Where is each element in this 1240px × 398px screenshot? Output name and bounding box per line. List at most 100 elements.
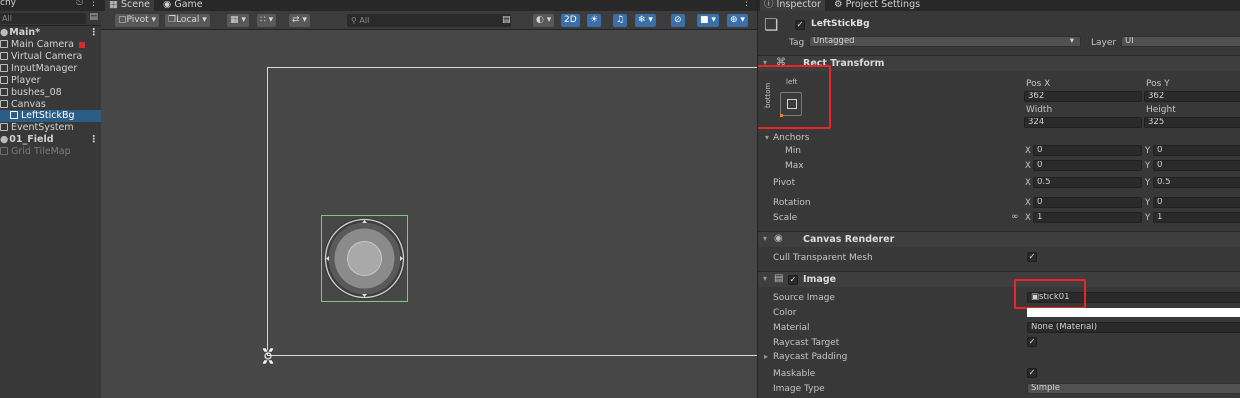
hierarchy-item-event-system[interactable]: EventSystem xyxy=(0,122,101,134)
effects-dropdown[interactable]: ❄ ▾ xyxy=(635,14,656,27)
scene-more-icon[interactable]: ⋮ xyxy=(89,134,99,146)
hierarchy-panel: chy ⎋ ⋮ All ▤ ●Main* ⋮ Main Camera Virtu… xyxy=(0,0,101,398)
height-label: Height xyxy=(1146,105,1176,115)
filter-icon[interactable]: ▤ xyxy=(89,12,98,22)
width-label: Width xyxy=(1026,105,1053,115)
grid-snap-button[interactable]: ▦ ▾ xyxy=(227,14,249,27)
color-swatch[interactable] xyxy=(1027,308,1240,317)
scene-icon: ● xyxy=(0,27,9,38)
scene-tab-icon: ▦ xyxy=(109,0,118,10)
hierarchy-item-left-stick-bg[interactable]: LeftStickBg xyxy=(0,110,101,122)
image-header[interactable]: ▾ ▤ ✓ Image xyxy=(758,271,1240,287)
search-filter-icon[interactable]: ▤ xyxy=(502,14,511,27)
cull-transparent-mesh-checkbox[interactable]: ✓ xyxy=(1027,252,1037,262)
scene-tabbar: ▦ Scene ◉ Game ⋮ xyxy=(101,0,757,11)
scale-y-axis-label: Y xyxy=(1145,213,1151,223)
tab-scene[interactable]: ▦ Scene xyxy=(105,0,154,11)
hierarchy-item-player[interactable]: Player xyxy=(0,75,101,87)
anchors-foldout-icon[interactable]: ▾ xyxy=(765,133,769,142)
scale-y-field[interactable]: 1 xyxy=(1153,212,1240,223)
tab-inspector[interactable]: ⓘ Inspector xyxy=(760,0,825,11)
gizmos-dropdown[interactable]: ⊕ ▾ xyxy=(727,14,748,27)
scale-label: Scale xyxy=(773,213,798,223)
shading-icon: ◐ xyxy=(536,15,544,25)
scale-x-field[interactable]: 1 xyxy=(1033,212,1142,223)
tab-game[interactable]: ◉ Game xyxy=(159,0,207,11)
scene-root-main[interactable]: ●Main* ⋮ xyxy=(0,27,101,39)
scene-icon: ● xyxy=(0,134,9,145)
tag-dropdown[interactable]: Untagged ▾ xyxy=(809,36,1081,47)
hierarchy-item-grid-tilemap[interactable]: Grid TileMap xyxy=(0,146,101,158)
audio-toggle[interactable]: ♫ xyxy=(613,14,628,27)
eye-icon: ◉ xyxy=(774,233,783,244)
hierarchy-search-input[interactable]: All xyxy=(0,13,86,24)
gameobject-icon xyxy=(0,88,8,96)
width-field[interactable]: 324 xyxy=(1024,117,1142,128)
gameobject-icon xyxy=(10,111,18,119)
gameobject-icon xyxy=(0,100,8,108)
scene-root-field[interactable]: ●01_Field ⋮ xyxy=(0,134,101,146)
pivot-y-field[interactable]: 0.5 xyxy=(1153,177,1240,188)
hierarchy-item-virtual-camera[interactable]: Virtual Camera xyxy=(0,51,101,63)
rotation-y-field[interactable]: 0 xyxy=(1153,197,1240,208)
align-button[interactable]: ⇄ ▾ xyxy=(289,14,310,27)
source-image-label: Source Image xyxy=(773,293,835,303)
object-name-field[interactable]: LeftStickBg xyxy=(811,19,870,29)
inspector-tabbar: ⓘ Inspector ⚙ Project Settings xyxy=(758,0,1240,11)
foldout-arrow-icon: ▾ xyxy=(763,274,768,283)
image-enabled-checkbox[interactable]: ✓ xyxy=(788,275,798,285)
hierarchy-item-main-camera[interactable]: Main Camera xyxy=(0,39,101,51)
align-icon: ⇄ xyxy=(292,15,300,25)
hidden-objects-toggle[interactable]: ⊘ xyxy=(671,14,685,27)
raycast-padding-foldout-icon[interactable]: ▸ xyxy=(764,352,768,361)
anchor-max-x-field[interactable]: 0 xyxy=(1033,160,1142,171)
anchor-min-y-field[interactable]: 0 xyxy=(1153,145,1240,156)
local-dropdown[interactable]: ❐Local ▾ xyxy=(165,14,210,27)
canvas-bounds-outline xyxy=(267,67,757,356)
more-menu-icon[interactable]: ⋮ xyxy=(89,0,98,8)
search-icon: ⚲ xyxy=(351,16,357,25)
material-field[interactable]: None (Material) xyxy=(1027,322,1240,333)
pos-y-field[interactable]: 362 xyxy=(1144,91,1240,102)
link-icon[interactable]: ∞ xyxy=(1011,212,1019,222)
image-type-dropdown[interactable]: Simple xyxy=(1027,383,1240,394)
rotation-x-field[interactable]: 0 xyxy=(1033,197,1142,208)
chevron-down-icon: ▾ xyxy=(1069,36,1074,46)
anchor-min-x-field[interactable]: 0 xyxy=(1033,145,1142,156)
active-checkbox[interactable]: ✓ xyxy=(795,20,805,30)
raycast-target-checkbox[interactable]: ✓ xyxy=(1027,337,1037,347)
anchor-max-y-field[interactable]: 0 xyxy=(1153,160,1240,171)
pivot-x-field[interactable]: 0.5 xyxy=(1033,177,1142,188)
canvas-renderer-header[interactable]: ▾ ◉ Canvas Renderer xyxy=(758,231,1240,247)
hierarchy-search-bar: All ▤ xyxy=(0,12,101,26)
scene-search-input[interactable]: ⚲ All xyxy=(347,14,511,27)
tag-label: Tag xyxy=(789,38,805,48)
hierarchy-tab[interactable]: chy xyxy=(0,0,16,8)
hierarchy-item-input-manager[interactable]: InputManager xyxy=(0,63,101,75)
maskable-checkbox[interactable]: ✓ xyxy=(1027,368,1037,378)
hierarchy-item-bushes[interactable]: bushes_08 xyxy=(0,87,101,99)
lock-icon[interactable]: ⎋ xyxy=(76,0,83,8)
toggle-2d-button[interactable]: 2D xyxy=(561,14,580,27)
anchors-label: Anchors xyxy=(773,133,810,143)
snap-icon: ∷ xyxy=(260,15,266,25)
scene-more-icon[interactable]: ⋮ xyxy=(742,0,751,8)
layer-dropdown[interactable]: UI xyxy=(1121,36,1240,47)
min-y-axis-label: Y xyxy=(1145,146,1151,156)
camera-settings-dropdown[interactable]: ■ ▾ xyxy=(697,14,719,27)
gameobject-icon xyxy=(0,76,8,84)
max-y-axis-label: Y xyxy=(1145,161,1151,171)
pivot-dropdown[interactable]: ▢Pivot ▾ xyxy=(115,14,159,27)
pos-x-field[interactable]: 362 xyxy=(1024,91,1142,102)
snap-increment-button[interactable]: ∷ ▾ xyxy=(257,14,277,27)
lighting-toggle[interactable]: ☀ xyxy=(587,14,602,27)
anchor-gizmo-icon[interactable] xyxy=(258,346,278,366)
hierarchy-tabbar: chy ⎋ ⋮ xyxy=(0,0,101,11)
scene-more-icon[interactable]: ⋮ xyxy=(89,27,99,39)
draw-mode-dropdown[interactable]: ◐ ▾ xyxy=(533,14,555,27)
pivot-y-axis-label: Y xyxy=(1145,178,1151,188)
joystick-background-image[interactable] xyxy=(321,215,408,302)
audio-icon: ♫ xyxy=(616,15,625,25)
tab-project-settings[interactable]: ⚙ Project Settings xyxy=(830,0,924,11)
height-field[interactable]: 325 xyxy=(1144,117,1240,128)
